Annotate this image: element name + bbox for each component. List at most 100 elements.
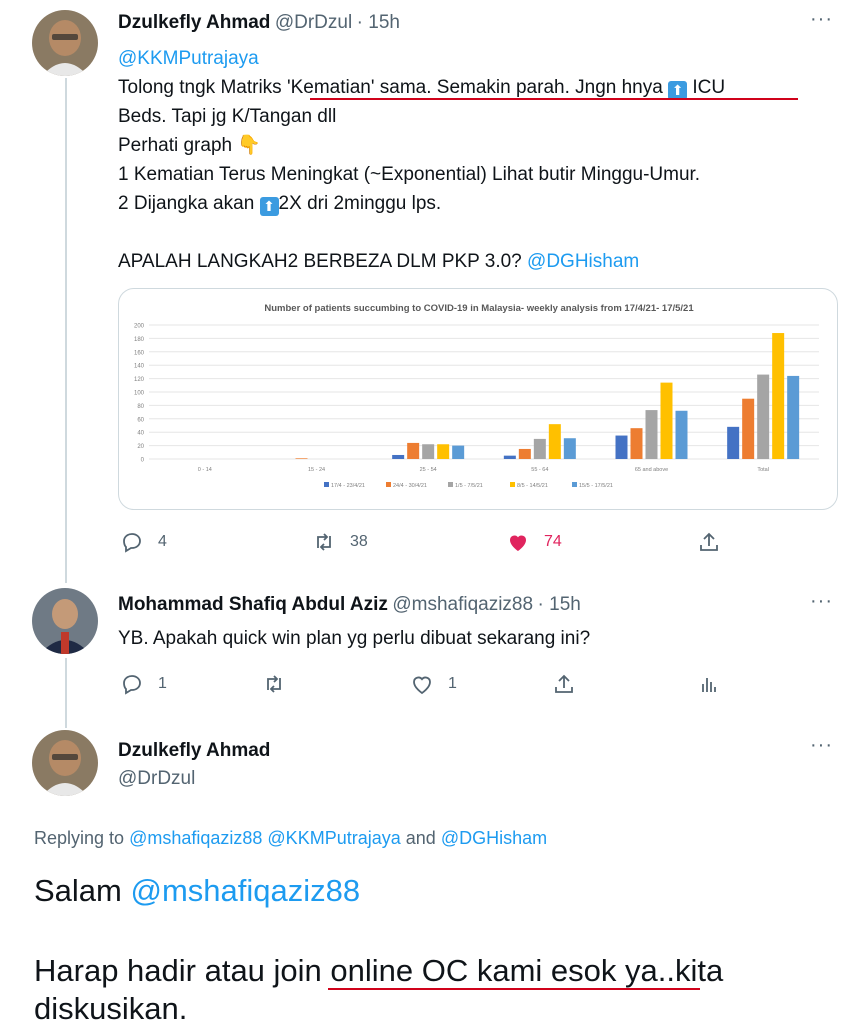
author-handle[interactable]: @mshafiqaziz88 (392, 594, 533, 615)
chart-bar (772, 333, 785, 459)
thread-line-2 (65, 658, 67, 728)
avatar[interactable] (32, 10, 98, 76)
author-handle[interactable]: @DrDzul (275, 12, 352, 33)
y-tick-label: 160 (134, 350, 145, 356)
chart-bar (727, 426, 740, 459)
tweet-text-line: ICU (692, 77, 726, 98)
retweet-count: 38 (350, 533, 368, 550)
heart-outline-icon (413, 676, 431, 695)
y-tick-label: 120 (134, 377, 145, 383)
y-tick-label: 20 (137, 444, 144, 450)
tweet-text: YB. Apakah quick win plan yg perlu dibua… (118, 628, 591, 649)
like-button[interactable]: 1 (410, 672, 457, 696)
legend-swatch (448, 482, 453, 487)
share-button[interactable] (697, 530, 721, 554)
author-name[interactable]: Dzulkefly Ahmad (118, 12, 270, 33)
tweet-time[interactable]: · 15h (538, 594, 581, 615)
chart-bar (742, 398, 755, 459)
mention-link[interactable]: @mshafiqaziz88 (131, 873, 361, 908)
replying-to-handles[interactable]: @mshafiqaziz88 @KKMPutrajaya (129, 828, 401, 848)
tweet-body: @KKMPutrajaya Tolong tngk Matriks 'Kemat… (118, 44, 828, 276)
highlight-underline (328, 988, 700, 990)
avatar[interactable] (32, 730, 98, 796)
y-tick-label: 200 (134, 324, 145, 330)
tweet-text-line: Perhati graph (118, 135, 233, 156)
share-button[interactable] (552, 672, 576, 696)
chart-bar (533, 438, 546, 459)
y-tick-label: 140 (134, 364, 145, 370)
tweet-header: Mohammad Shafiq Abdul Aziz @mshafiqaziz8… (118, 594, 581, 616)
legend-label: 15/5 - 17/5/21 (579, 483, 613, 489)
chart-bar (295, 458, 308, 459)
author-name[interactable]: Mohammad Shafiq Abdul Aziz (118, 594, 388, 615)
y-tick-label: 80 (137, 404, 144, 410)
tweet-text-line: Beds. Tapi jg K/Tangan dll (118, 106, 337, 127)
reply-button[interactable]: 4 (120, 530, 167, 554)
chart-bar (630, 428, 643, 459)
tweet-time[interactable]: · 15h (357, 12, 400, 33)
more-options-icon[interactable]: ··· (810, 734, 833, 757)
heart-filled-icon (510, 535, 526, 551)
more-options-icon[interactable]: ··· (810, 8, 833, 31)
legend-label: 17/4 - 23/4/21 (331, 483, 365, 489)
greeting-text: Salam (34, 873, 122, 908)
chart-bar (675, 410, 688, 459)
tweet-text-line: 2X dri 2minggu lps. (278, 193, 442, 214)
replying-to-handle[interactable]: @DGHisham (441, 828, 547, 848)
tweet-header: Dzulkefly Ahmad @DrDzul · 15h (118, 12, 400, 34)
reply-button[interactable]: 1 (120, 672, 167, 696)
chart-bar (548, 424, 561, 459)
tweet-text-line: 2 Dijangka akan (118, 193, 255, 214)
more-options-icon[interactable]: ··· (810, 590, 833, 613)
tweet-text: Salam @mshafiqaziz88 (34, 872, 360, 910)
replying-to-prefix: Replying to (34, 828, 125, 848)
like-count: 74 (544, 533, 562, 550)
x-tick-label: Total (757, 467, 769, 473)
tweet-text-line: Tolong tngk Matriks 'Kematian' sama. Sem… (118, 77, 663, 98)
tweet-text-line: Harap hadir atau join online OC kami eso… (34, 953, 724, 988)
mention-link[interactable]: @KKMPutrajaya (118, 48, 259, 69)
author-handle[interactable]: @DrDzul (118, 768, 195, 790)
chart-bar (563, 438, 576, 459)
like-button[interactable]: 74 (506, 530, 562, 554)
chart-title: Number of patients succumbing to COVID-1… (264, 303, 694, 314)
x-tick-label: 65 and above (635, 467, 668, 473)
y-tick-label: 60 (137, 417, 144, 423)
chart-bar (392, 454, 405, 459)
legend-swatch (572, 482, 577, 487)
avatar[interactable] (32, 588, 98, 654)
chart-bar (615, 435, 628, 459)
chart-bar (407, 442, 420, 459)
mention-link[interactable]: @DGHisham (527, 251, 639, 272)
thread-line-1 (65, 78, 67, 583)
y-tick-label: 100 (134, 391, 145, 397)
chart-bar (757, 374, 770, 459)
tweet-text-line: APALAH LANGKAH2 BERBEZA DLM PKP 3.0? (118, 251, 522, 272)
chart-bar (422, 444, 435, 459)
analytics-icon (702, 678, 716, 692)
chart-bar (518, 448, 531, 459)
replying-to: Replying to @mshafiqaziz88 @KKMPutrajaya… (34, 828, 547, 849)
retweet-icon (317, 533, 331, 551)
retweet-icon (267, 675, 281, 693)
tweet-text-line: 1 Kematian Terus Meningkat (~Exponential… (118, 164, 701, 185)
retweet-button[interactable]: 38 (312, 530, 368, 554)
highlight-underline (310, 98, 798, 100)
share-icon (555, 674, 573, 693)
pointing-down-hand-icon: 👇 (237, 135, 262, 156)
analytics-button[interactable] (697, 672, 721, 696)
x-tick-label: 15 - 24 (308, 467, 325, 473)
y-tick-label: 0 (141, 458, 145, 464)
author-name[interactable]: Dzulkefly Ahmad (118, 740, 270, 762)
retweet-button[interactable] (262, 672, 286, 696)
y-tick-label: 40 (137, 431, 144, 437)
x-tick-label: 55 - 64 (531, 467, 548, 473)
chart-bar (452, 445, 465, 459)
legend-label: 24/4 - 30/4/21 (393, 483, 427, 489)
chart-image[interactable]: Number of patients succumbing to COVID-1… (118, 288, 838, 510)
reply-count: 1 (158, 675, 167, 692)
like-count: 1 (448, 675, 457, 692)
chart-bar (645, 410, 658, 459)
chart-bar (503, 455, 516, 459)
chart-bar (437, 444, 450, 459)
